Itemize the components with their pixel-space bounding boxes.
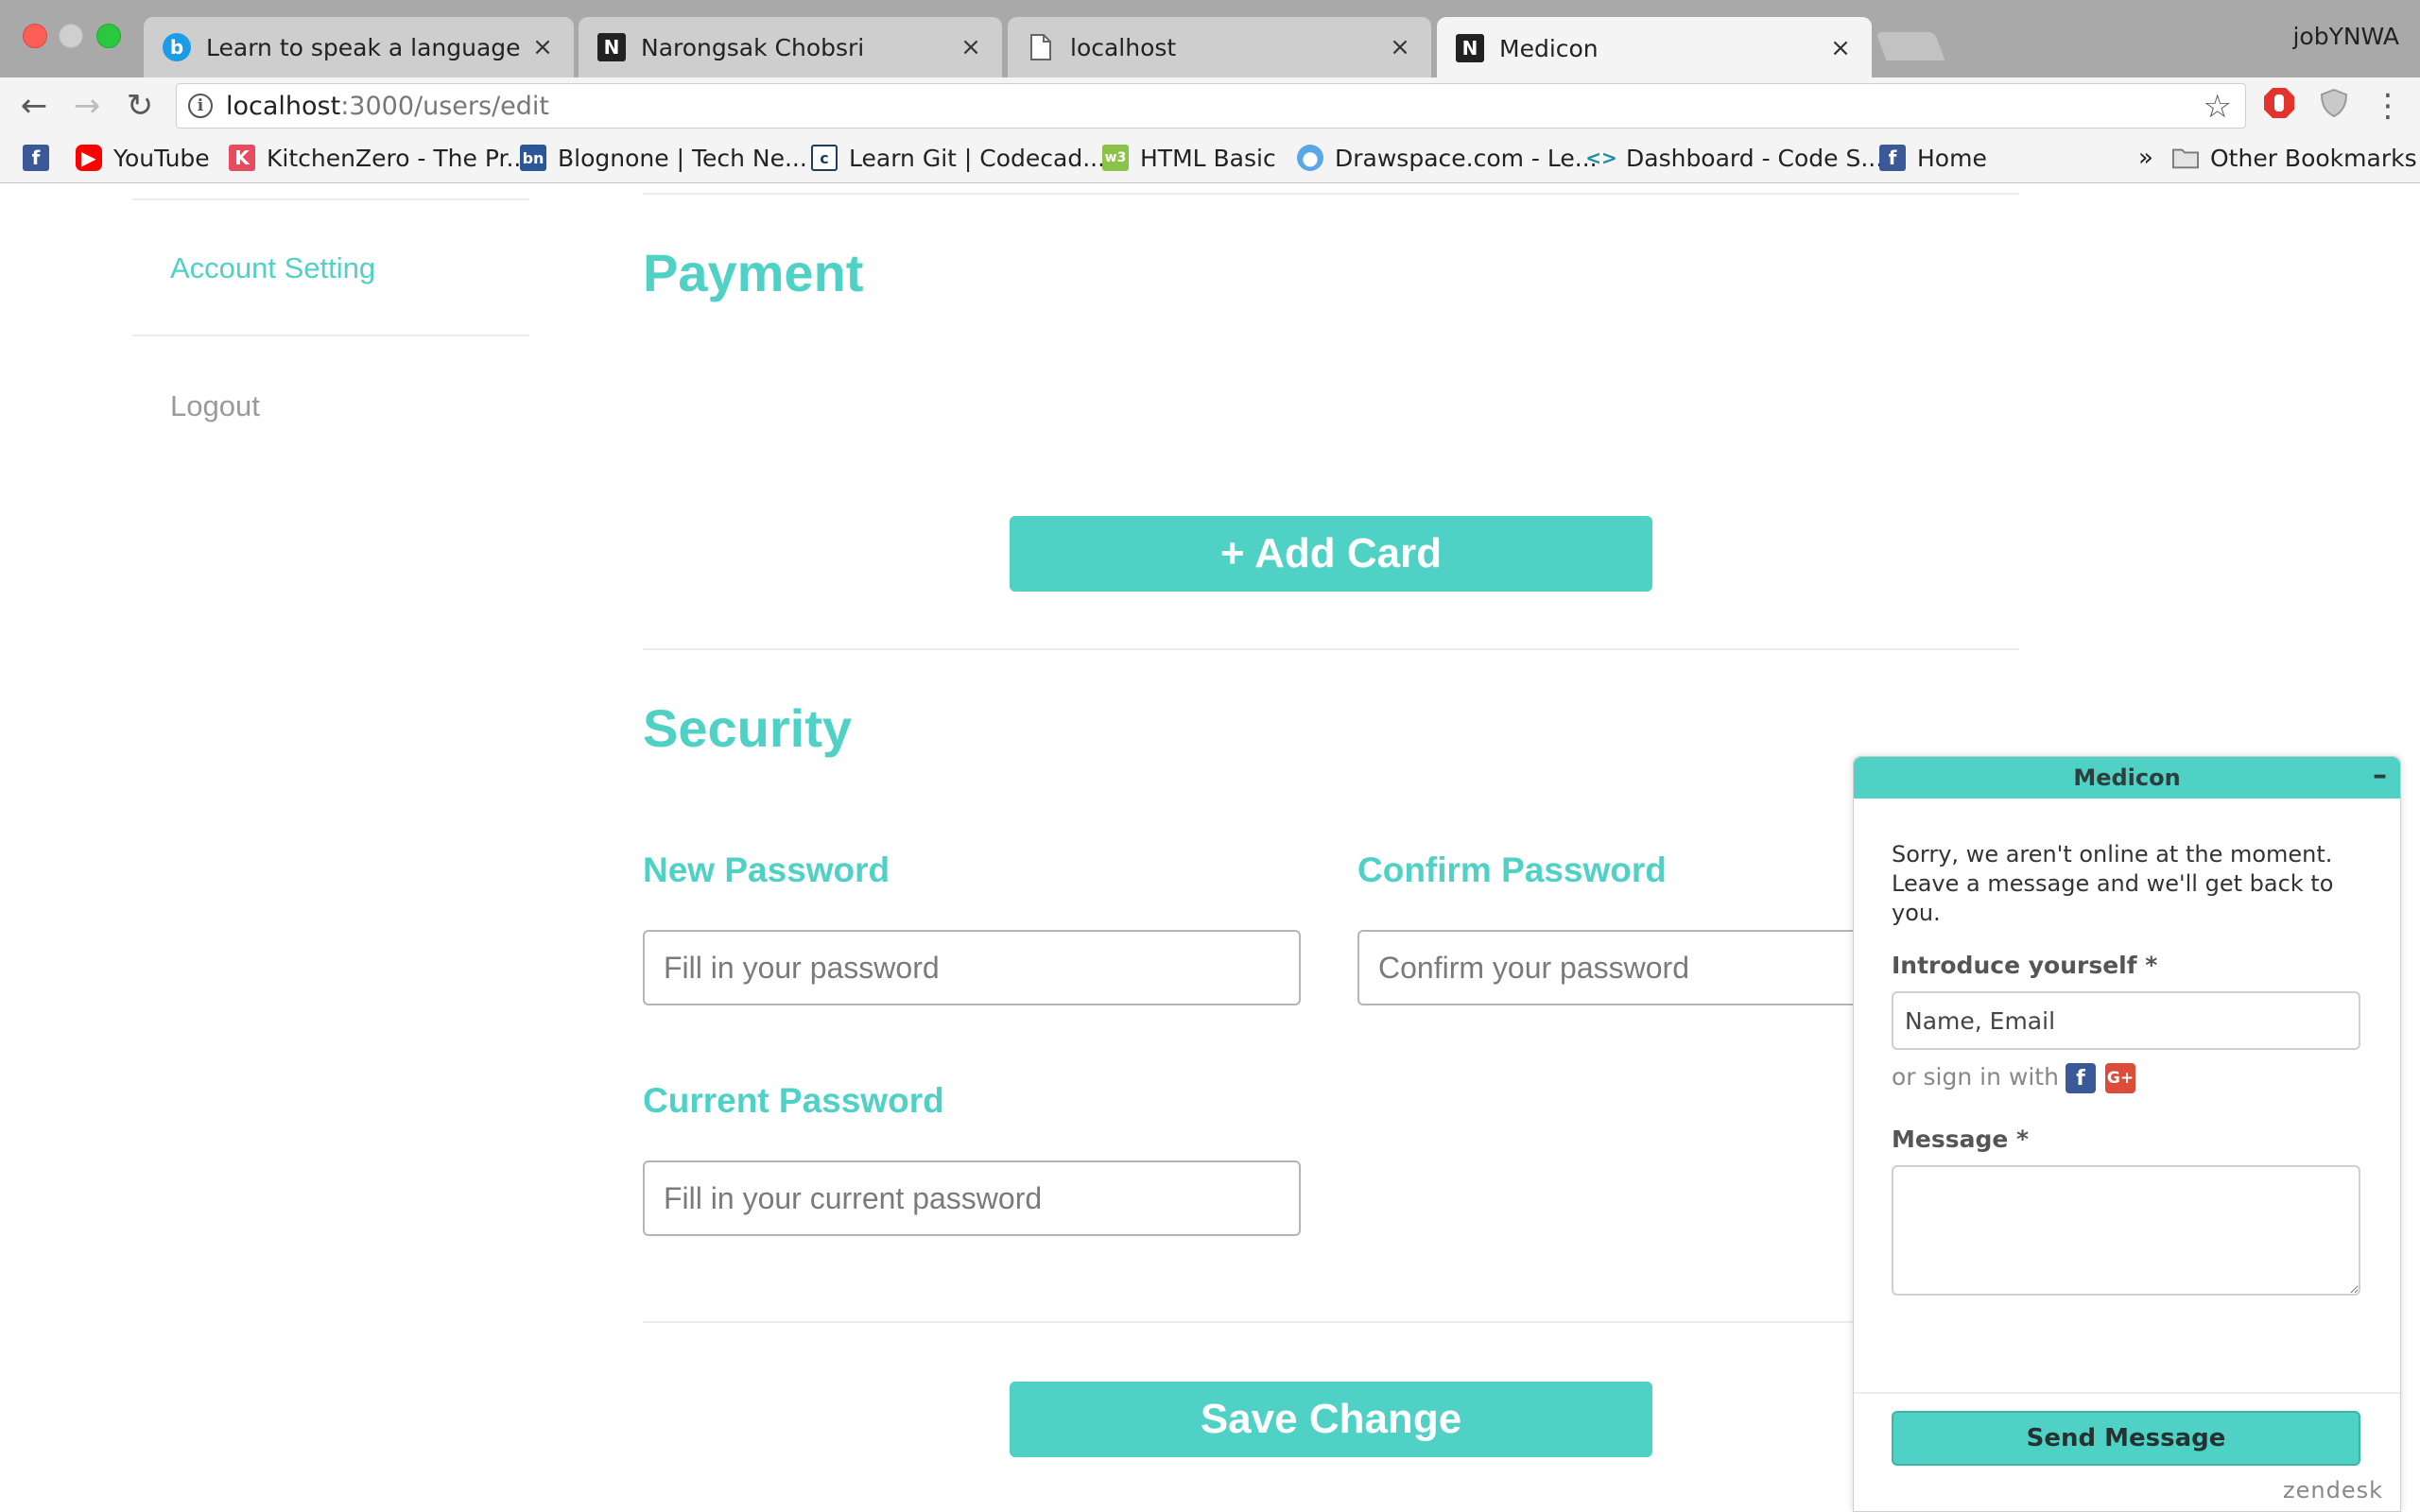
bookmark-star-icon[interactable]: ☆: [2204, 88, 2232, 126]
adblock-icon[interactable]: [2263, 87, 2295, 119]
close-icon[interactable]: ×: [1390, 33, 1410, 61]
chat-title: Medicon: [2073, 765, 2181, 791]
profile-name[interactable]: jobYNWA: [2292, 23, 2399, 50]
document-icon: [1027, 33, 1055, 61]
browser-tab-medicon[interactable]: N Medicon ×: [1437, 17, 1872, 79]
close-icon[interactable]: ×: [960, 33, 981, 61]
menu-dots-icon[interactable]: ⋮: [2367, 85, 2409, 127]
minimize-icon[interactable]: –: [2373, 757, 2387, 795]
close-icon[interactable]: ×: [1830, 34, 1851, 62]
new-tab-button[interactable]: [1876, 32, 1945, 60]
url-text: localhost:3000/users/edit: [226, 91, 550, 121]
save-change-button[interactable]: Save Change: [1010, 1382, 1652, 1457]
message-textarea[interactable]: [1892, 1165, 2360, 1296]
current-password-label: Current Password: [643, 1081, 944, 1120]
address-bar[interactable]: i localhost:3000/users/edit ☆: [176, 83, 2246, 129]
back-arrow-icon[interactable]: ←: [13, 85, 55, 127]
sidebar-divider: [132, 198, 529, 200]
tab-title: Learn to speak a language in 10: [206, 33, 523, 61]
section-divider: [643, 193, 2019, 195]
forward-arrow-icon[interactable]: →: [66, 85, 108, 127]
confirm-password-label: Confirm Password: [1357, 850, 1667, 889]
window-maximize-button[interactable]: [96, 24, 121, 48]
tab-title: localhost: [1070, 33, 1177, 61]
bookmark-blognone[interactable]: bn Blognone | Tech Ne...: [520, 142, 807, 174]
window-minimize-button[interactable]: [59, 24, 83, 48]
blognone-icon: bn: [520, 145, 546, 171]
section-divider: [643, 648, 2019, 650]
current-password-input[interactable]: [643, 1160, 1301, 1236]
sidebar-divider: [132, 335, 529, 336]
security-title: Security: [643, 698, 852, 758]
browser-tab-babbel[interactable]: b Learn to speak a language in 10 ×: [144, 17, 574, 77]
facebook-icon: f: [1879, 145, 1906, 171]
sidebar-item-account-setting[interactable]: Account Setting: [170, 251, 375, 285]
message-label: Message *: [1892, 1125, 2030, 1153]
other-bookmarks-folder[interactable]: Other Bookmarks: [2172, 142, 2417, 174]
bookmark-youtube[interactable]: ▶ YouTube: [76, 142, 210, 174]
browser-toolbar: ← → ↻ i localhost:3000/users/edit ☆ ⋮: [0, 77, 2420, 134]
kitchenzero-icon: K: [229, 145, 255, 171]
browser-tab-narongsak[interactable]: N Narongsak Chobsri ×: [579, 17, 1002, 77]
send-message-button[interactable]: Send Message: [1892, 1411, 2360, 1466]
facebook-icon: f: [23, 145, 49, 171]
notion-icon: N: [1456, 34, 1484, 62]
chat-offline-message: Sorry, we aren't online at the moment. L…: [1892, 841, 2334, 926]
add-card-button[interactable]: + Add Card: [1010, 516, 1652, 592]
chat-divider: [1854, 1392, 2400, 1394]
window-close-button[interactable]: [23, 24, 47, 48]
bookmarks-bar: f ▶ YouTube K KitchenZero - The Pr... bn…: [0, 134, 2420, 183]
shield-icon[interactable]: [2318, 87, 2350, 119]
zendesk-logo: zendesk: [2283, 1477, 2383, 1503]
code-icon: <>: [1585, 146, 1617, 169]
payment-title: Payment: [643, 243, 864, 302]
new-password-label: New Password: [643, 850, 890, 889]
introduce-label: Introduce yourself *: [1892, 952, 2158, 979]
reload-icon[interactable]: ↻: [119, 85, 161, 127]
folder-icon: [2172, 145, 2199, 171]
bookmark-html-basic[interactable]: w3 HTML Basic: [1102, 142, 1276, 174]
bookmark-codecademy[interactable]: c Learn Git | Codecad...: [811, 142, 1105, 174]
signin-text: or sign in with: [1892, 1063, 2059, 1091]
bookmark-drawspace[interactable]: ● Drawspace.com - Le...: [1297, 142, 1598, 174]
w3schools-icon: w3: [1102, 145, 1129, 171]
chat-header[interactable]: Medicon –: [1854, 757, 2400, 799]
close-icon[interactable]: ×: [532, 33, 553, 61]
google-plus-icon[interactable]: G+: [2105, 1063, 2135, 1093]
bookmarks-overflow-button[interactable]: »: [2138, 142, 2153, 174]
facebook-icon[interactable]: f: [2066, 1063, 2096, 1093]
babbel-icon: b: [163, 33, 191, 61]
sidebar-item-logout[interactable]: Logout: [170, 389, 260, 423]
notion-icon: N: [597, 33, 626, 61]
browser-tab-localhost[interactable]: localhost ×: [1008, 17, 1431, 77]
chat-widget: Medicon – Sorry, we aren't online at the…: [1853, 756, 2401, 1512]
bookmark-facebook[interactable]: f: [23, 142, 60, 174]
new-password-input[interactable]: [643, 930, 1301, 1005]
tab-title: Medicon: [1499, 34, 1599, 62]
name-email-input[interactable]: [1892, 991, 2360, 1050]
bookmark-kitchenzero[interactable]: K KitchenZero - The Pr...: [229, 142, 528, 174]
youtube-icon: ▶: [76, 145, 102, 171]
tab-title: Narongsak Chobsri: [641, 33, 865, 61]
bookmark-code-dashboard[interactable]: <> Dashboard - Code S...: [1585, 142, 1883, 174]
info-icon[interactable]: i: [188, 94, 213, 118]
bookmark-home[interactable]: f Home: [1879, 142, 1987, 174]
drawspace-icon: ●: [1297, 145, 1323, 171]
section-divider: [643, 1321, 2019, 1323]
codecademy-icon: c: [811, 145, 838, 171]
browser-tab-bar: b Learn to speak a language in 10 × N Na…: [0, 0, 2420, 79]
